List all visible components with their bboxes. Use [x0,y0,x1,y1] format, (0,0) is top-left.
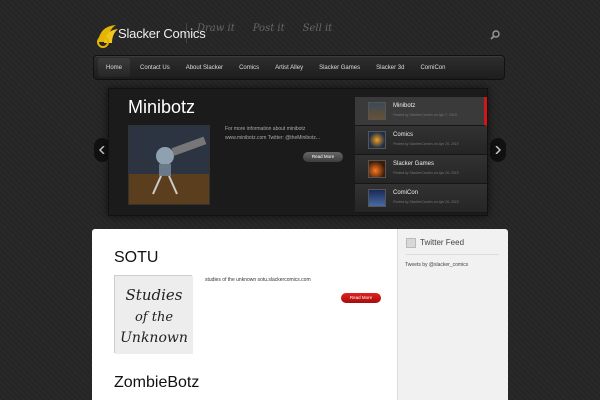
tagline-draw: Draw it [197,23,235,34]
featured-title[interactable]: Minibotz [128,97,195,118]
tagline-sell: Sell it [302,23,333,34]
nav-item-comics[interactable]: Comics [231,56,267,79]
tweets-by-link[interactable]: Tweets by @slacker_comics [405,262,468,268]
main-nav: Home Contact Us About Slacker Comics Art… [93,55,505,80]
thumb-image [368,160,386,178]
thumb-line-2: of the [135,310,173,325]
search-icon[interactable] [489,28,501,40]
widget-title: Twitter Feed [420,238,465,247]
post-thumbnail-artwork: Studies of the Unknown [115,276,193,354]
post-thumbnail[interactable]: Studies of the Unknown [114,275,193,354]
nav-item-contact[interactable]: Contact Us [132,56,178,79]
thumb-meta: Posted by SlackerComics on Apr 26, 2015 [393,142,459,146]
thumb-image [368,131,386,149]
featured-slider: Minibotz For more information about mini… [108,88,488,216]
featured-description: For more information about minibotz www.… [225,126,321,141]
featured-thumb-list: Minibotz Posted by SlackerComics on Apr … [355,97,489,213]
nav-item-slacker-games[interactable]: Slacker Games [311,56,368,79]
featured-thumb-slacker-games[interactable]: Slacker Games Posted by SlackerComics on… [355,155,487,184]
logo-icon [94,20,124,50]
twitter-widget-header: Twitter Feed [398,229,509,257]
thumb-meta: Posted by SlackerComics on Apr 26, 2015 [393,200,459,204]
nav-item-artist-alley[interactable]: Artist Alley [267,56,311,79]
post-excerpt: studies of the unknown sotu.slackercomic… [205,277,311,283]
thumb-line-3: Unknown [120,330,188,346]
post-title[interactable]: SOTU [114,249,158,267]
nav-item-home[interactable]: Home [98,58,131,77]
chevron-right-icon [495,146,501,154]
featured-read-more-button[interactable]: Read More [303,152,343,162]
featured-thumb-comicon[interactable]: ComiCon Posted by SlackerComics on Apr 2… [355,184,487,213]
tagline: Draw it Post it Sell it [186,23,332,43]
thumb-meta: Posted by SlackerComics on Apr 26, 2015 [393,171,459,175]
featured-thumb-minibotz[interactable]: Minibotz Posted by SlackerComics on Apr … [355,97,487,126]
post-title[interactable]: ZombieBotz [114,374,199,392]
thumb-meta: Posted by SlackerComics on Apr 7, 2015 [393,113,457,117]
featured-thumb-comics[interactable]: Comics Posted by SlackerComics on Apr 26… [355,126,487,155]
thumb-title: Slacker Games [393,161,435,167]
thumb-title: Minibotz [393,103,416,109]
tagline-post: Post it [252,23,285,34]
sidebar: Twitter Feed Tweets by @slacker_comics [397,229,508,400]
nav-item-slacker-3d[interactable]: Slacker 3d [368,56,412,79]
post-read-more-button[interactable]: Read More [341,293,381,303]
nav-item-about[interactable]: About Slacker [178,56,231,79]
main-content: SOTU Studies of the Unknown studies of t… [92,229,397,400]
thumb-line-1: Studies [126,286,183,304]
twitter-icon [406,238,416,248]
slider-next-button[interactable] [490,138,506,162]
thumb-image [368,189,386,207]
thumb-title: Comics [393,132,414,138]
nav-item-comicon[interactable]: ComiCon [412,56,453,79]
chevron-left-icon [99,146,105,154]
featured-image[interactable] [128,125,210,205]
thumb-image [368,102,386,120]
divider [406,254,499,255]
thumb-title: ComiCon [393,190,419,196]
site-header: Slacker Comics Draw it Post it Sell it [0,0,600,55]
